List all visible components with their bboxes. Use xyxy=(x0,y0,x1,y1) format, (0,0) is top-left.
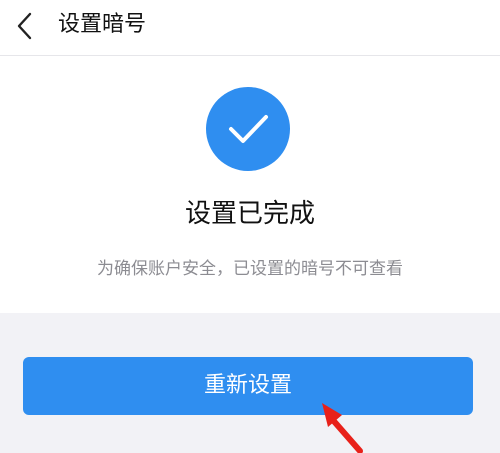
completion-heading: 设置已完成 xyxy=(184,199,315,229)
top-bar: 设置暗号 xyxy=(0,0,500,56)
back-button[interactable] xyxy=(10,6,48,46)
page-title: 设置暗号 xyxy=(58,12,147,37)
red-arrow-icon xyxy=(322,403,363,453)
status-card: 设置已完成 为确保账户安全，已设置的暗号不可查看 xyxy=(0,56,500,313)
chevron-left-icon xyxy=(17,12,32,40)
checkmark-circle-icon xyxy=(206,87,290,171)
reset-button[interactable]: 重新设置 xyxy=(23,357,473,415)
security-note: 为确保账户安全，已设置的暗号不可查看 xyxy=(97,259,403,279)
